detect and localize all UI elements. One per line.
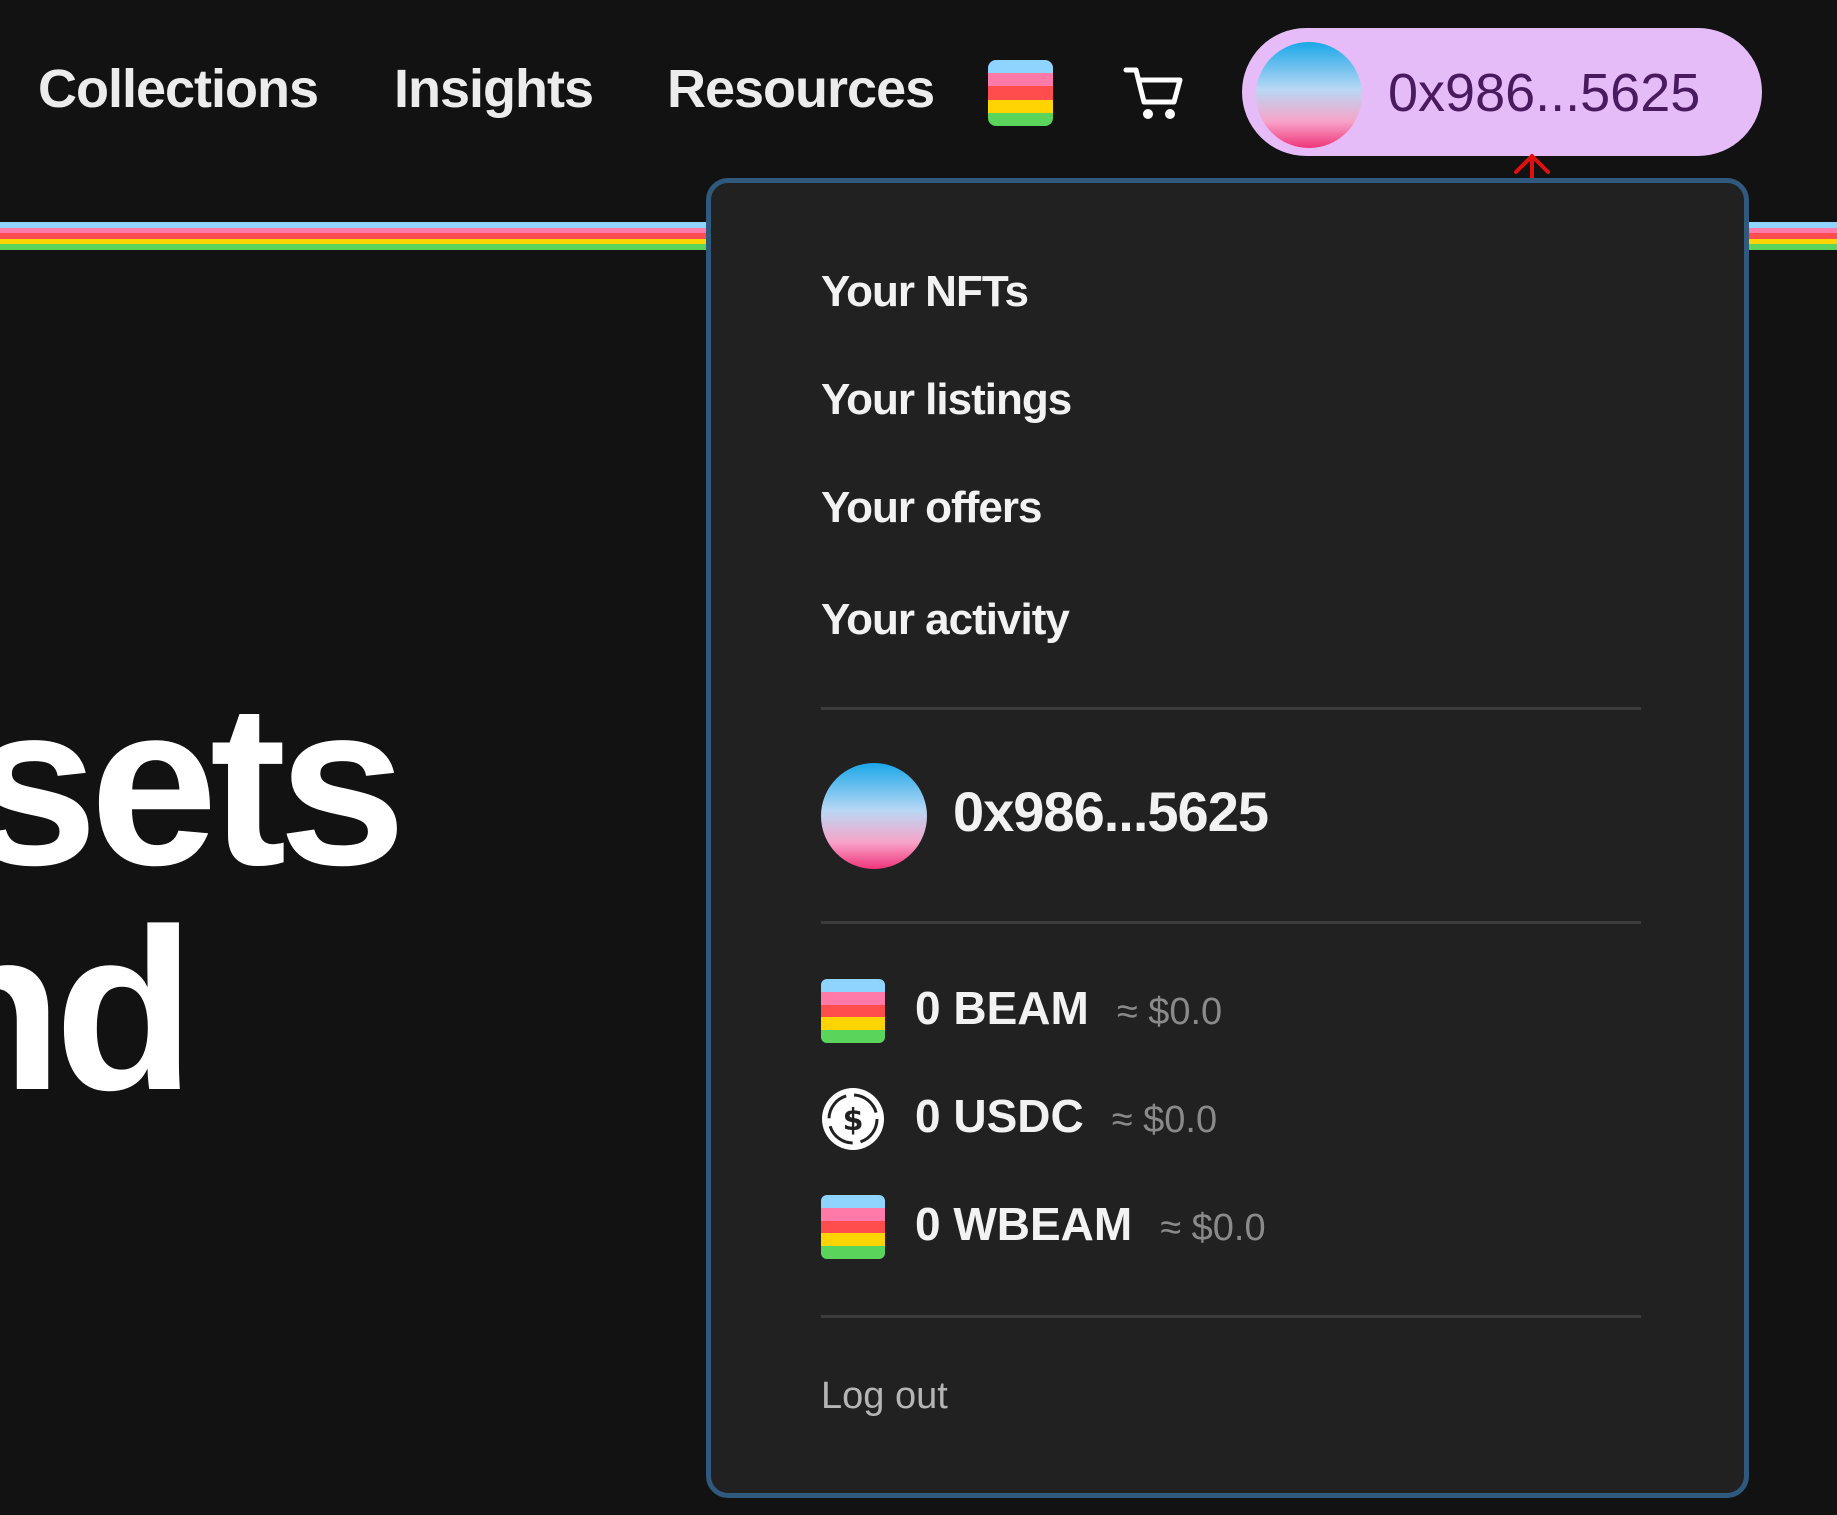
nav-insights[interactable]: Insights <box>394 58 594 120</box>
token-row-beam: 0 BEAM ≈ $0.0 <box>915 981 1222 1035</box>
hero-heading-line1: sets <box>0 656 406 913</box>
token-usd-value: ≈ $0.0 <box>1160 1207 1266 1249</box>
avatar <box>1256 42 1362 148</box>
menu-item-your-listings[interactable]: Your listings <box>821 375 1072 425</box>
account-address[interactable]: 0x986...5625 <box>953 779 1269 844</box>
divider <box>821 1315 1641 1318</box>
nav-collections[interactable]: Collections <box>38 58 319 120</box>
usdc-icon: $ <box>822 1088 884 1150</box>
wallet-button[interactable]: 0x986...5625 <box>1242 28 1762 156</box>
nav-resources[interactable]: Resources <box>667 58 935 120</box>
token-amount: 0 WBEAM <box>915 1198 1133 1250</box>
account-dropdown-menu: Your NFTs Your listings Your offers Your… <box>706 178 1749 1498</box>
token-amount: 0 USDC <box>915 1090 1084 1142</box>
cart-icon[interactable] <box>1122 62 1186 124</box>
hero-heading-line2: nd <box>0 881 195 1138</box>
divider <box>821 707 1641 710</box>
account-avatar <box>821 763 927 869</box>
logout-button[interactable]: Log out <box>821 1375 948 1418</box>
token-amount: 0 BEAM <box>915 982 1089 1034</box>
beam-logo-icon[interactable] <box>988 60 1053 126</box>
wallet-address: 0x986...5625 <box>1388 63 1701 123</box>
token-usd-value: ≈ $0.0 <box>1116 991 1223 1033</box>
wbeam-icon <box>821 1195 885 1259</box>
menu-item-your-nfts[interactable]: Your NFTs <box>821 267 1029 317</box>
token-row-wbeam: 0 WBEAM ≈ $0.0 <box>915 1197 1266 1251</box>
token-row-usdc: 0 USDC ≈ $0.0 <box>915 1089 1217 1143</box>
beam-icon <box>821 979 885 1043</box>
page: Collections Insights Resources 0x986...5… <box>0 0 1837 1515</box>
menu-item-your-activity[interactable]: Your activity <box>821 595 1070 645</box>
svg-text:$: $ <box>843 1103 864 1138</box>
divider <box>821 921 1641 924</box>
token-usd-value: ≈ $0.0 <box>1111 1099 1218 1141</box>
menu-item-your-offers[interactable]: Your offers <box>821 483 1042 533</box>
